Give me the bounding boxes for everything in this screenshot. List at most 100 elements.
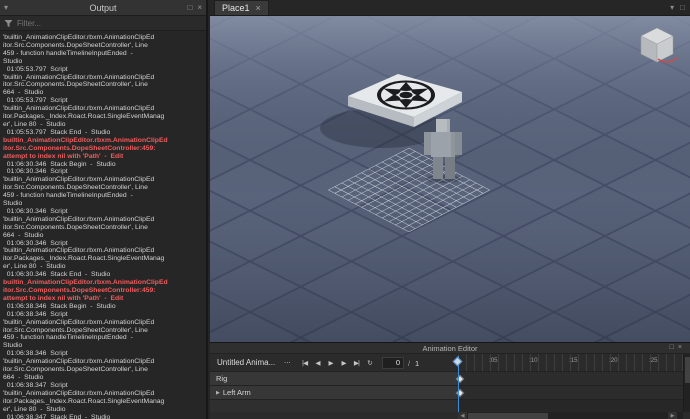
log-line[interactable]: 01:05:53.797 Script	[3, 97, 205, 105]
log-line[interactable]: 459 - function handleTimelineInputEnded …	[3, 50, 205, 58]
log-line[interactable]: Studio	[3, 58, 205, 66]
skip-to-end-button[interactable]: ▶|	[350, 356, 363, 370]
track-row-rig[interactable]: Rig	[210, 372, 458, 386]
timeline-horizontal-scrollbar[interactable]: ◀ ▶	[210, 412, 690, 419]
track-row-left-arm[interactable]: ▶Left Arm	[210, 386, 458, 400]
log-line[interactable]: 664 - Studio	[3, 374, 205, 382]
log-line[interactable]: 'builtin_AnimationClipEditor.rbxm.Animat…	[3, 176, 205, 184]
animation-editor-title: Animation Editor	[210, 343, 690, 354]
output-panel-header: ▾ Output □ ×	[0, 0, 206, 16]
track-lane-column	[458, 372, 683, 412]
tabbar-float-icon[interactable]: □	[680, 3, 685, 12]
log-line[interactable]: 'builtin_AnimationClipEditor.rbxm.Animat…	[3, 390, 205, 398]
log-line[interactable]: er', Line 80 - Studio	[3, 121, 205, 129]
play-button[interactable]: ▶	[324, 356, 337, 370]
log-line[interactable]: 01:06:38.346 Script	[3, 350, 205, 358]
roblox-studio-window: ▾ Output □ × 'builtin_AnimationClipEdito…	[0, 0, 690, 419]
tab-label: Place1	[222, 3, 250, 13]
log-line[interactable]: 01:06:30.346 Script	[3, 168, 205, 176]
clip-menu-button[interactable]: ...	[284, 356, 291, 365]
tab-close-icon[interactable]: ×	[256, 3, 261, 13]
output-filter-bar[interactable]	[0, 16, 206, 31]
vscroll-thumb[interactable]	[685, 357, 690, 383]
log-line[interactable]: attempt to index nil with 'Path' - Edit	[3, 295, 205, 303]
log-line[interactable]: 01:06:30.346 Stack End - Studio	[3, 271, 205, 279]
step-forward-button[interactable]: ▶	[337, 356, 350, 370]
scroll-left-icon[interactable]: ◀	[458, 412, 467, 419]
track-lane[interactable]	[459, 372, 683, 386]
log-line[interactable]: itor.Src.Components.DopeSheetController'…	[3, 42, 205, 50]
close-panel-icon[interactable]: ×	[197, 4, 202, 12]
log-line[interactable]: 01:05:53.797 Script	[3, 66, 205, 74]
output-panel-title: Output	[0, 3, 206, 13]
log-line[interactable]: Studio	[3, 200, 205, 208]
log-line[interactable]: 01:06:30.346 Script	[3, 208, 205, 216]
viewport-scene[interactable]	[210, 16, 690, 342]
track-area: Rig▶Left Arm	[210, 372, 690, 412]
log-line[interactable]: builtin_AnimationClipEditor.rbxm.Animati…	[3, 279, 205, 287]
output-filter-input[interactable]	[17, 19, 202, 28]
track-label: Left Arm	[223, 388, 251, 397]
filter-funnel-icon	[4, 19, 13, 28]
float-panel-icon[interactable]: □	[670, 344, 674, 352]
scroll-right-icon[interactable]: ▶	[668, 412, 677, 419]
log-line[interactable]: 01:06:30.346 Stack Begin - Studio	[3, 161, 205, 169]
skip-to-start-button[interactable]: |◀	[298, 356, 311, 370]
log-line[interactable]: itor.Src.Components.DopeSheetController'…	[3, 366, 205, 374]
log-line[interactable]: er', Line 80 - Studio	[3, 263, 205, 271]
timeline-vertical-scrollbar[interactable]	[683, 354, 690, 412]
expander-icon[interactable]: ▶	[216, 390, 220, 396]
ruler-tick-label: :05	[489, 357, 498, 364]
log-line[interactable]: itor.Src.Components.DopeSheetController'…	[3, 81, 205, 89]
log-line[interactable]: 'builtin_AnimationClipEditor.rbxm.Animat…	[3, 319, 205, 327]
log-line[interactable]: 'builtin_AnimationClipEditor.rbxm.Animat…	[3, 247, 205, 255]
log-line[interactable]: 664 - Studio	[3, 89, 205, 97]
log-line[interactable]: 'builtin_AnimationClipEditor.rbxm.Animat…	[3, 34, 205, 42]
log-line[interactable]: Studio	[3, 342, 205, 350]
log-line[interactable]: 459 - function handleTimelineInputEnded …	[3, 334, 205, 342]
log-line[interactable]: 664 - Studio	[3, 232, 205, 240]
log-line[interactable]: 01:05:53.797 Stack End - Studio	[3, 129, 205, 137]
current-frame-input[interactable]: 0	[382, 357, 404, 369]
tabbar-menu-icon[interactable]: ▾	[670, 3, 674, 12]
log-line[interactable]: itor.Src.Components.DopeSheetController'…	[3, 224, 205, 232]
log-line[interactable]: itor.Src.Components.DopeSheetController:…	[3, 145, 205, 153]
output-panel: ▾ Output □ × 'builtin_AnimationClipEdito…	[0, 0, 208, 419]
log-line[interactable]: attempt to index nil with 'Path' - Edit	[3, 153, 205, 161]
transport-controls: |◀ ◀ ▶ ▶ ▶| ↻	[298, 356, 376, 370]
log-line[interactable]: 'builtin_AnimationClipEditor.rbxm.Animat…	[3, 74, 205, 82]
log-line[interactable]: itor.Src.Components.DopeSheetController'…	[3, 184, 205, 192]
log-line[interactable]: builtin_AnimationClipEditor.rbxm.Animati…	[3, 137, 205, 145]
log-line[interactable]: itor.Src.Components.DopeSheetController:…	[3, 287, 205, 295]
log-line[interactable]: 01:06:38.347 Script	[3, 382, 205, 390]
panel-menu-icon[interactable]: ▾	[4, 3, 8, 12]
log-line[interactable]: itor.Packages._Index.Roact.Roact.SingleE…	[3, 398, 205, 406]
log-line[interactable]: itor.Packages._Index.Roact.Roact.SingleE…	[3, 113, 205, 121]
timeline-ruler[interactable]: :05:10:15:20:25	[458, 354, 683, 371]
close-panel-icon[interactable]: ×	[678, 344, 682, 352]
hscroll-thumb[interactable]	[468, 413, 548, 419]
clip-name-dropdown[interactable]: Untitled Anima...	[217, 358, 275, 367]
log-line[interactable]: 01:06:38.346 Script	[3, 311, 205, 319]
track-name-column: Rig▶Left Arm	[210, 372, 458, 412]
log-line[interactable]: 'builtin_AnimationClipEditor.rbxm.Animat…	[3, 105, 205, 113]
log-line[interactable]: 01:06:38.346 Stack Begin - Studio	[3, 303, 205, 311]
track-lane[interactable]	[459, 386, 683, 400]
total-duration-input[interactable]: 1	[415, 359, 419, 368]
log-line[interactable]: 01:06:30.346 Script	[3, 240, 205, 248]
log-line[interactable]: itor.Packages._Index.Roact.Roact.SingleE…	[3, 255, 205, 263]
log-line[interactable]: 'builtin_AnimationClipEditor.rbxm.Animat…	[3, 216, 205, 224]
log-line[interactable]: itor.Src.Components.DopeSheetController'…	[3, 327, 205, 335]
log-line[interactable]: 'builtin_AnimationClipEditor.rbxm.Animat…	[3, 358, 205, 366]
animation-editor-panel: Animation Editor □ × Untitled Anima... .…	[210, 342, 690, 419]
float-panel-icon[interactable]: □	[187, 4, 192, 12]
log-line[interactable]: 459 - function handleTimelineInputEnded …	[3, 192, 205, 200]
loop-toggle-button[interactable]: ↻	[363, 356, 376, 370]
viewport-3d[interactable]	[210, 16, 690, 342]
log-line[interactable]: 01:06:38.347 Stack End - Studio	[3, 414, 205, 419]
log-line[interactable]: er', Line 80 - Studio	[3, 406, 205, 414]
output-log: 'builtin_AnimationClipEditor.rbxm.Animat…	[0, 32, 206, 419]
step-back-button[interactable]: ◀	[311, 356, 324, 370]
tab-place1[interactable]: Place1 ×	[214, 0, 269, 15]
frame-separator: /	[408, 359, 410, 368]
